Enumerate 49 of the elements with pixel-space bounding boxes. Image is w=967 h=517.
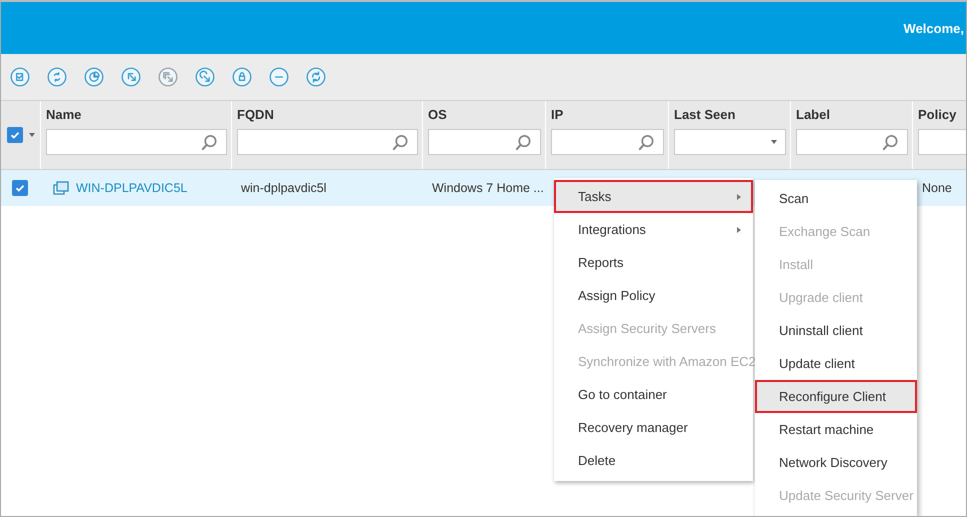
menu-item[interactable]: Restart machine xyxy=(755,413,917,446)
menu-item[interactable]: Go to container xyxy=(554,378,753,411)
swap-circle-icon[interactable] xyxy=(47,67,67,87)
menu-item[interactable]: Tasks xyxy=(554,180,753,213)
menu-item[interactable]: Assign Policy xyxy=(554,279,753,312)
menu-item[interactable]: Network Discovery xyxy=(755,446,917,479)
endpoint-icon xyxy=(53,181,69,195)
cursor-icon[interactable] xyxy=(121,67,141,87)
dropdown-caret-icon xyxy=(771,140,777,144)
filter-search-field[interactable] xyxy=(237,129,418,155)
column-header[interactable]: Name xyxy=(46,107,82,122)
table-cell: win-dplpavdic5l xyxy=(241,181,326,195)
row-checkbox[interactable] xyxy=(12,180,28,196)
menu-item[interactable]: Update client xyxy=(755,347,917,380)
column-header[interactable]: OS xyxy=(428,107,447,122)
lock-icon[interactable] xyxy=(232,67,252,87)
menu-item[interactable]: Recovery manager xyxy=(554,411,753,444)
menu-item[interactable]: Delete xyxy=(554,444,753,477)
search-icon xyxy=(392,134,409,150)
table-cell: Windows 7 Home ... xyxy=(432,181,544,195)
menu-item[interactable]: Uninstall client xyxy=(755,314,917,347)
filter-search-field[interactable] xyxy=(428,129,541,155)
column-header[interactable]: Last Seen xyxy=(674,107,736,122)
dropdown-caret-icon[interactable] xyxy=(29,133,35,137)
filter-dropdown[interactable] xyxy=(674,129,786,155)
cursor-ring-icon[interactable] xyxy=(195,67,215,87)
select-all-checkbox[interactable] xyxy=(7,127,23,143)
search-icon xyxy=(515,134,532,150)
search-icon xyxy=(201,134,218,150)
menu-item[interactable]: Integrations xyxy=(554,213,753,246)
search-icon xyxy=(638,134,655,150)
pie-chart-icon[interactable] xyxy=(84,67,104,87)
column-header[interactable]: IP xyxy=(551,107,564,122)
table-cell: None xyxy=(922,181,952,195)
refresh-icon[interactable] xyxy=(306,67,326,87)
menu-item[interactable]: Reconfigure Client xyxy=(755,380,917,413)
column-header[interactable]: Label xyxy=(796,107,830,122)
checklist-icon[interactable] xyxy=(10,67,30,87)
column-header[interactable]: Policy xyxy=(918,107,956,122)
filter-search-field[interactable] xyxy=(551,129,664,155)
checkmark-icon xyxy=(14,182,26,194)
column-header[interactable]: FQDN xyxy=(237,107,274,122)
filter-search-field[interactable] xyxy=(46,129,227,155)
checkmark-icon xyxy=(9,129,21,141)
menu-item[interactable]: Reports xyxy=(554,246,753,279)
filter-search-field[interactable] xyxy=(796,129,908,155)
welcome-text: Welcome, xyxy=(904,20,964,36)
search-icon xyxy=(882,134,899,150)
minus-icon[interactable] xyxy=(269,67,289,87)
